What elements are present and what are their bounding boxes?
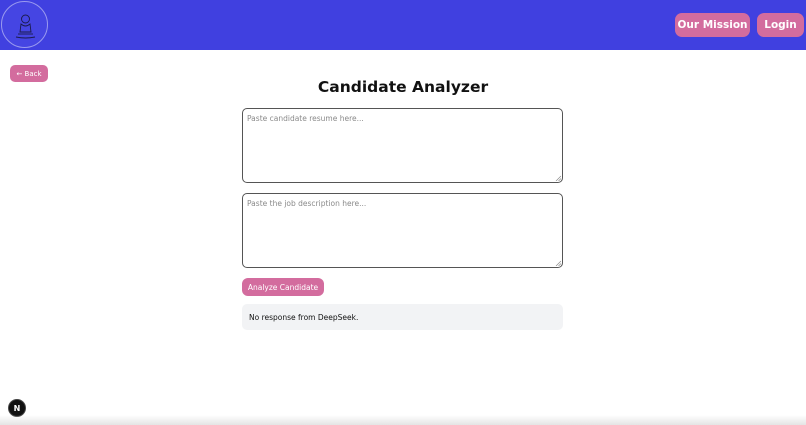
response-text: No response from DeepSeek. (249, 312, 359, 322)
top-header: Our Mission Login (0, 0, 806, 50)
bottom-edge-shadow (0, 415, 806, 425)
page-title: Candidate Analyzer (317, 78, 489, 96)
badge-letter: N (13, 403, 21, 413)
login-button[interactable]: Login (757, 13, 804, 37)
resize-grip-icon[interactable] (555, 175, 561, 181)
our-mission-button[interactable]: Our Mission (675, 13, 750, 37)
response-box: No response from DeepSeek. (242, 304, 563, 330)
job-description-input[interactable] (242, 193, 563, 268)
resume-input[interactable] (242, 108, 563, 183)
logo-icon[interactable] (1, 1, 48, 48)
resize-grip-icon[interactable] (555, 260, 561, 266)
analyze-candidate-button[interactable]: Analyze Candidate (242, 278, 324, 296)
